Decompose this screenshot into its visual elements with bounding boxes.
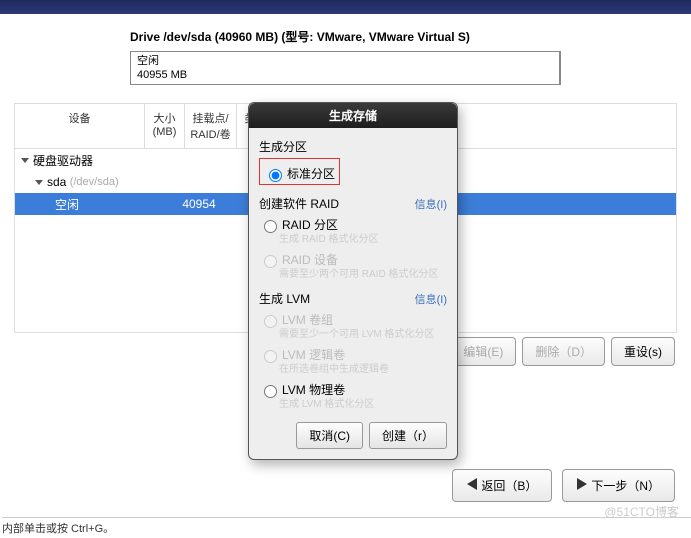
- row-label: 硬盘驱动器: [33, 152, 93, 169]
- drive-free-segment[interactable]: 空闲 40955 MB: [131, 52, 560, 84]
- section-raid: 创建软件 RAID 信息(I): [259, 195, 447, 212]
- radio-raid-dev: [264, 255, 277, 268]
- drive-title: Drive /dev/sda (40960 MB) (型号: VMware, V…: [130, 24, 561, 49]
- opt-lvm-pv-desc: 生成 LVM 格式化分区: [279, 398, 447, 412]
- expand-icon[interactable]: [35, 180, 43, 185]
- expand-icon[interactable]: [21, 158, 29, 163]
- drive-free-label: 空闲: [137, 54, 553, 68]
- col-device[interactable]: 设备: [15, 104, 145, 148]
- reset-button[interactable]: 重设(s): [611, 337, 675, 366]
- delete-button[interactable]: 删除（D）: [522, 337, 605, 366]
- lvm-info-link[interactable]: 信息(I): [415, 291, 447, 307]
- row-label: 空闲: [55, 196, 179, 213]
- back-button[interactable]: 返回（B）: [452, 469, 552, 502]
- opt-lvm-lv-desc: 在所选卷组中生成逻辑卷: [279, 363, 447, 377]
- row-size: 40954: [179, 197, 219, 211]
- opt-lvm-lv: LVM 逻辑卷: [259, 346, 447, 363]
- dialog-title: 生成存储: [249, 103, 457, 128]
- radio-standard[interactable]: [269, 169, 282, 182]
- row-path: (/dev/sda): [70, 176, 119, 188]
- arrow-right-icon: [577, 478, 587, 493]
- radio-lvm-vg: [264, 315, 277, 328]
- drive-free-size: 40955 MB: [137, 68, 553, 82]
- opt-lvm-pv[interactable]: LVM 物理卷: [259, 381, 447, 398]
- drive-diagram[interactable]: 空闲 40955 MB: [130, 51, 561, 85]
- radio-lvm-pv[interactable]: [264, 385, 277, 398]
- opt-standard-partition[interactable]: 标准分区: [264, 165, 335, 182]
- create-storage-dialog: 生成存储 生成分区 标准分区 创建软件 RAID 信息(I) RAID 分区 生…: [248, 102, 458, 460]
- col-mount[interactable]: 挂载点/ RAID/卷: [185, 104, 237, 148]
- dialog-create-button[interactable]: 创建（r）: [369, 422, 447, 449]
- next-button[interactable]: 下一步（N）: [562, 469, 675, 502]
- opt-raid-dev-desc: 需要至少两个可用 RAID 格式化分区: [279, 268, 447, 282]
- opt-lvm-vg: LVM 卷组: [259, 311, 447, 328]
- opt-raid-partition[interactable]: RAID 分区: [259, 216, 447, 233]
- opt-raid-device: RAID 设备: [259, 251, 447, 268]
- section-lvm: 生成 LVM 信息(I): [259, 290, 447, 307]
- radio-raid-part[interactable]: [264, 220, 277, 233]
- status-bar: 内部单击或按 Ctrl+G。: [2, 517, 691, 536]
- nav-buttons: 返回（B） 下一步（N）: [452, 469, 675, 502]
- top-stripe: [0, 0, 691, 14]
- arrow-left-icon: [467, 478, 477, 493]
- radio-lvm-lv: [264, 350, 277, 363]
- section-partition: 生成分区: [259, 138, 447, 155]
- edit-button[interactable]: 编辑(E): [450, 337, 516, 366]
- opt-raid-part-desc: 生成 RAID 格式化分区: [279, 233, 447, 247]
- opt-lvm-vg-desc: 需要至少一个可用 LVM 格式化分区: [279, 328, 447, 342]
- row-label: sda: [47, 175, 66, 189]
- raid-info-link[interactable]: 信息(I): [415, 196, 447, 212]
- col-size[interactable]: 大小 (MB): [145, 104, 185, 148]
- dialog-cancel-button[interactable]: 取消(C): [296, 422, 363, 449]
